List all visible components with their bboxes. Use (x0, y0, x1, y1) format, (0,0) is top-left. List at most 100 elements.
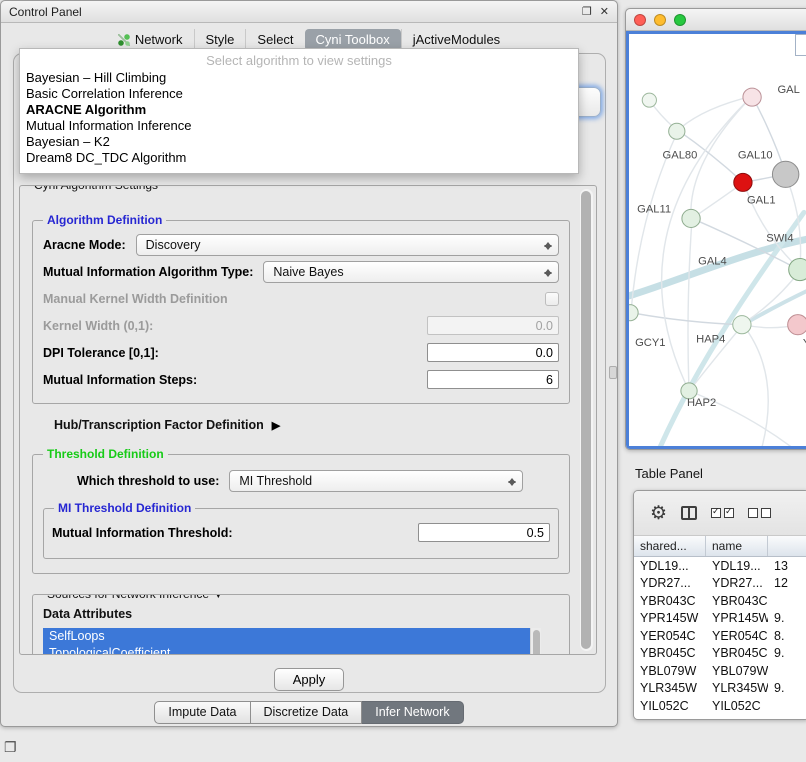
zoom-traffic-light[interactable] (674, 14, 686, 26)
network-window-titlebar[interactable] (626, 9, 806, 31)
table-row[interactable]: YIL052CYIL052C (634, 697, 806, 715)
hub-definition-label: Hub/Transcription Factor Definition (54, 418, 264, 432)
manual-kernel-width-checkbox[interactable] (545, 292, 559, 306)
algorithm-option[interactable]: Mutual Information Inference (20, 118, 578, 134)
aracne-mode-select[interactable]: Discovery (136, 234, 559, 256)
table-row[interactable]: YDL19...YDL19...13 (634, 557, 806, 575)
network-canvas[interactable]: GALGAL80GAL10GAL11GAL1SWI4GAL4GCY1HAP4YH… (626, 31, 806, 449)
network-node[interactable] (788, 315, 806, 335)
network-node-label: HAP4 (696, 334, 725, 346)
kernel-width-label: Kernel Width (0,1): (43, 319, 153, 333)
attribute-item[interactable]: TopologicalCoefficient (43, 645, 541, 655)
algorithm-option[interactable]: Basic Correlation Inference (20, 86, 578, 102)
network-view-window: GALGAL80GAL10GAL11GAL1SWI4GAL4GCY1HAP4YH… (625, 8, 806, 450)
table-body: YDL19...YDL19...13YDR27...YDR27...12YBR0… (634, 557, 806, 719)
network-node[interactable] (682, 209, 700, 227)
network-node[interactable] (772, 161, 798, 187)
attribute-item[interactable]: SelfLoops (43, 628, 541, 645)
sources-group: Sources for Network Inference ▼ Data Att… (32, 594, 570, 655)
mi-algorithm-type-label: Mutual Information Algorithm Type: (43, 265, 253, 279)
mi-threshold-input[interactable] (418, 523, 550, 542)
deselect-all-checkboxes-icon[interactable] (748, 508, 771, 518)
table-cell: YBR045C (634, 646, 706, 660)
mi-threshold-definition-group: MI Threshold Definition Mutual Informati… (43, 508, 559, 559)
close-window-icon[interactable]: ✕ (600, 5, 609, 18)
cyni-algorithm-settings-group: Cyni Algorithm Settings Algorithm Defini… (19, 185, 597, 655)
network-node[interactable] (669, 123, 685, 139)
table-row[interactable]: YLR345WYLR345W9. (634, 680, 806, 698)
dpi-tolerance-label: DPI Tolerance [0,1]: (43, 346, 159, 360)
gear-icon[interactable]: ⚙ (650, 504, 667, 523)
apply-button[interactable]: Apply (274, 668, 345, 691)
algorithm-definition-title: Algorithm Definition (43, 213, 166, 227)
minimize-traffic-light[interactable] (654, 14, 666, 26)
table-row[interactable]: YBR045CYBR045C9. (634, 645, 806, 663)
network-node[interactable] (642, 93, 656, 107)
mi-threshold-label: Mutual Information Threshold: (52, 526, 233, 540)
mi-algorithm-type-select[interactable]: Naive Bayes (263, 261, 559, 283)
algorithm-definition-group: Algorithm Definition Aracne Mode: Discov… (32, 220, 570, 404)
table-row[interactable]: YBR043CYBR043C (634, 592, 806, 610)
network-node-label: GAL80 (663, 149, 698, 161)
restore-panel-icon[interactable]: ❐ (4, 739, 17, 756)
table-cell: YBL079W (634, 664, 706, 678)
cyni-bottom-tabs: Impute DataDiscretize DataInfer Network (1, 701, 617, 724)
mi-algorithm-type-value: Naive Bayes (273, 265, 343, 279)
network-node[interactable] (734, 173, 752, 191)
threshold-definition-group: Threshold Definition Which threshold to … (32, 454, 570, 574)
sources-group-title[interactable]: Sources for Network Inference ▼ (43, 594, 228, 601)
data-attributes-list[interactable]: SelfLoopsTopologicalCoefficientBetweenne… (43, 628, 541, 655)
network-node[interactable] (733, 316, 751, 334)
kernel-width-input[interactable] (427, 316, 559, 335)
aracne-mode-label: Aracne Mode: (43, 238, 126, 252)
table-cell: YDL19... (706, 559, 768, 573)
settings-scrollbar[interactable] (580, 189, 593, 651)
network-overview-widget[interactable] (795, 34, 806, 56)
table-cell: 13 (768, 559, 806, 573)
control-panel-window: Control Panel ❐ ✕ NetworkStyleSelectCyni… (0, 0, 618, 727)
network-node-label: GAL4 (698, 256, 727, 268)
column-header[interactable]: shared... (634, 536, 706, 556)
float-window-icon[interactable]: ❐ (582, 5, 592, 18)
dropdown-placeholder: Select algorithm to view settings (20, 52, 578, 70)
close-traffic-light[interactable] (634, 14, 646, 26)
which-threshold-value: MI Threshold (239, 474, 312, 488)
table-panel-title: Table Panel (635, 466, 703, 481)
bottom-tab-discretize-data[interactable]: Discretize Data (251, 701, 363, 724)
algorithm-option[interactable]: Bayesian – Hill Climbing (20, 70, 578, 86)
columns-icon[interactable] (681, 506, 697, 520)
algorithm-option[interactable]: ARACNE Algorithm (20, 102, 578, 118)
table-row[interactable]: YDR27...YDR27...12 (634, 575, 806, 593)
algorithm-option[interactable]: Dream8 DC_TDC Algorithm (20, 150, 578, 166)
table-cell: YIL052C (634, 699, 706, 713)
network-node-label: HAP2 (687, 397, 716, 409)
algorithm-option[interactable]: Bayesian – K2 (20, 134, 578, 150)
control-panel-titlebar[interactable]: Control Panel ❐ ✕ (1, 1, 617, 23)
table-row[interactable]: YPR145WYPR145W9. (634, 610, 806, 628)
table-cell: YBR043C (706, 594, 768, 608)
splitter-grip[interactable] (609, 366, 617, 379)
table-cell: YDR27... (706, 576, 768, 590)
column-header[interactable]: name (706, 536, 768, 556)
network-node[interactable] (629, 305, 638, 321)
network-node[interactable] (743, 88, 761, 106)
attributes-scrollbar[interactable] (530, 628, 541, 655)
table-row[interactable]: YBL079WYBL079W (634, 662, 806, 680)
network-graph[interactable]: GALGAL80GAL10GAL11GAL1SWI4GAL4GCY1HAP4YH… (629, 34, 806, 446)
select-all-checkboxes-icon[interactable] (711, 508, 734, 518)
table-row[interactable]: YER054CYER054C8. (634, 627, 806, 645)
table-cell: YDR27... (634, 576, 706, 590)
which-threshold-select[interactable]: MI Threshold (229, 470, 523, 492)
mi-steps-input[interactable] (427, 370, 559, 389)
window-title: Control Panel (9, 5, 82, 19)
table-cell: YLR345W (706, 681, 768, 695)
combo-arrows-icon (544, 265, 553, 281)
bottom-tab-infer-network[interactable]: Infer Network (362, 701, 463, 724)
hub-definition-toggle[interactable]: Hub/Transcription Factor Definition ▶ (54, 418, 570, 432)
settings-group-title: Cyni Algorithm Settings (30, 185, 162, 192)
network-node[interactable] (789, 259, 806, 281)
dpi-tolerance-input[interactable] (427, 343, 559, 362)
bottom-tab-impute-data[interactable]: Impute Data (154, 701, 250, 724)
combo-arrows-icon (508, 474, 517, 490)
column-header[interactable] (768, 536, 806, 556)
